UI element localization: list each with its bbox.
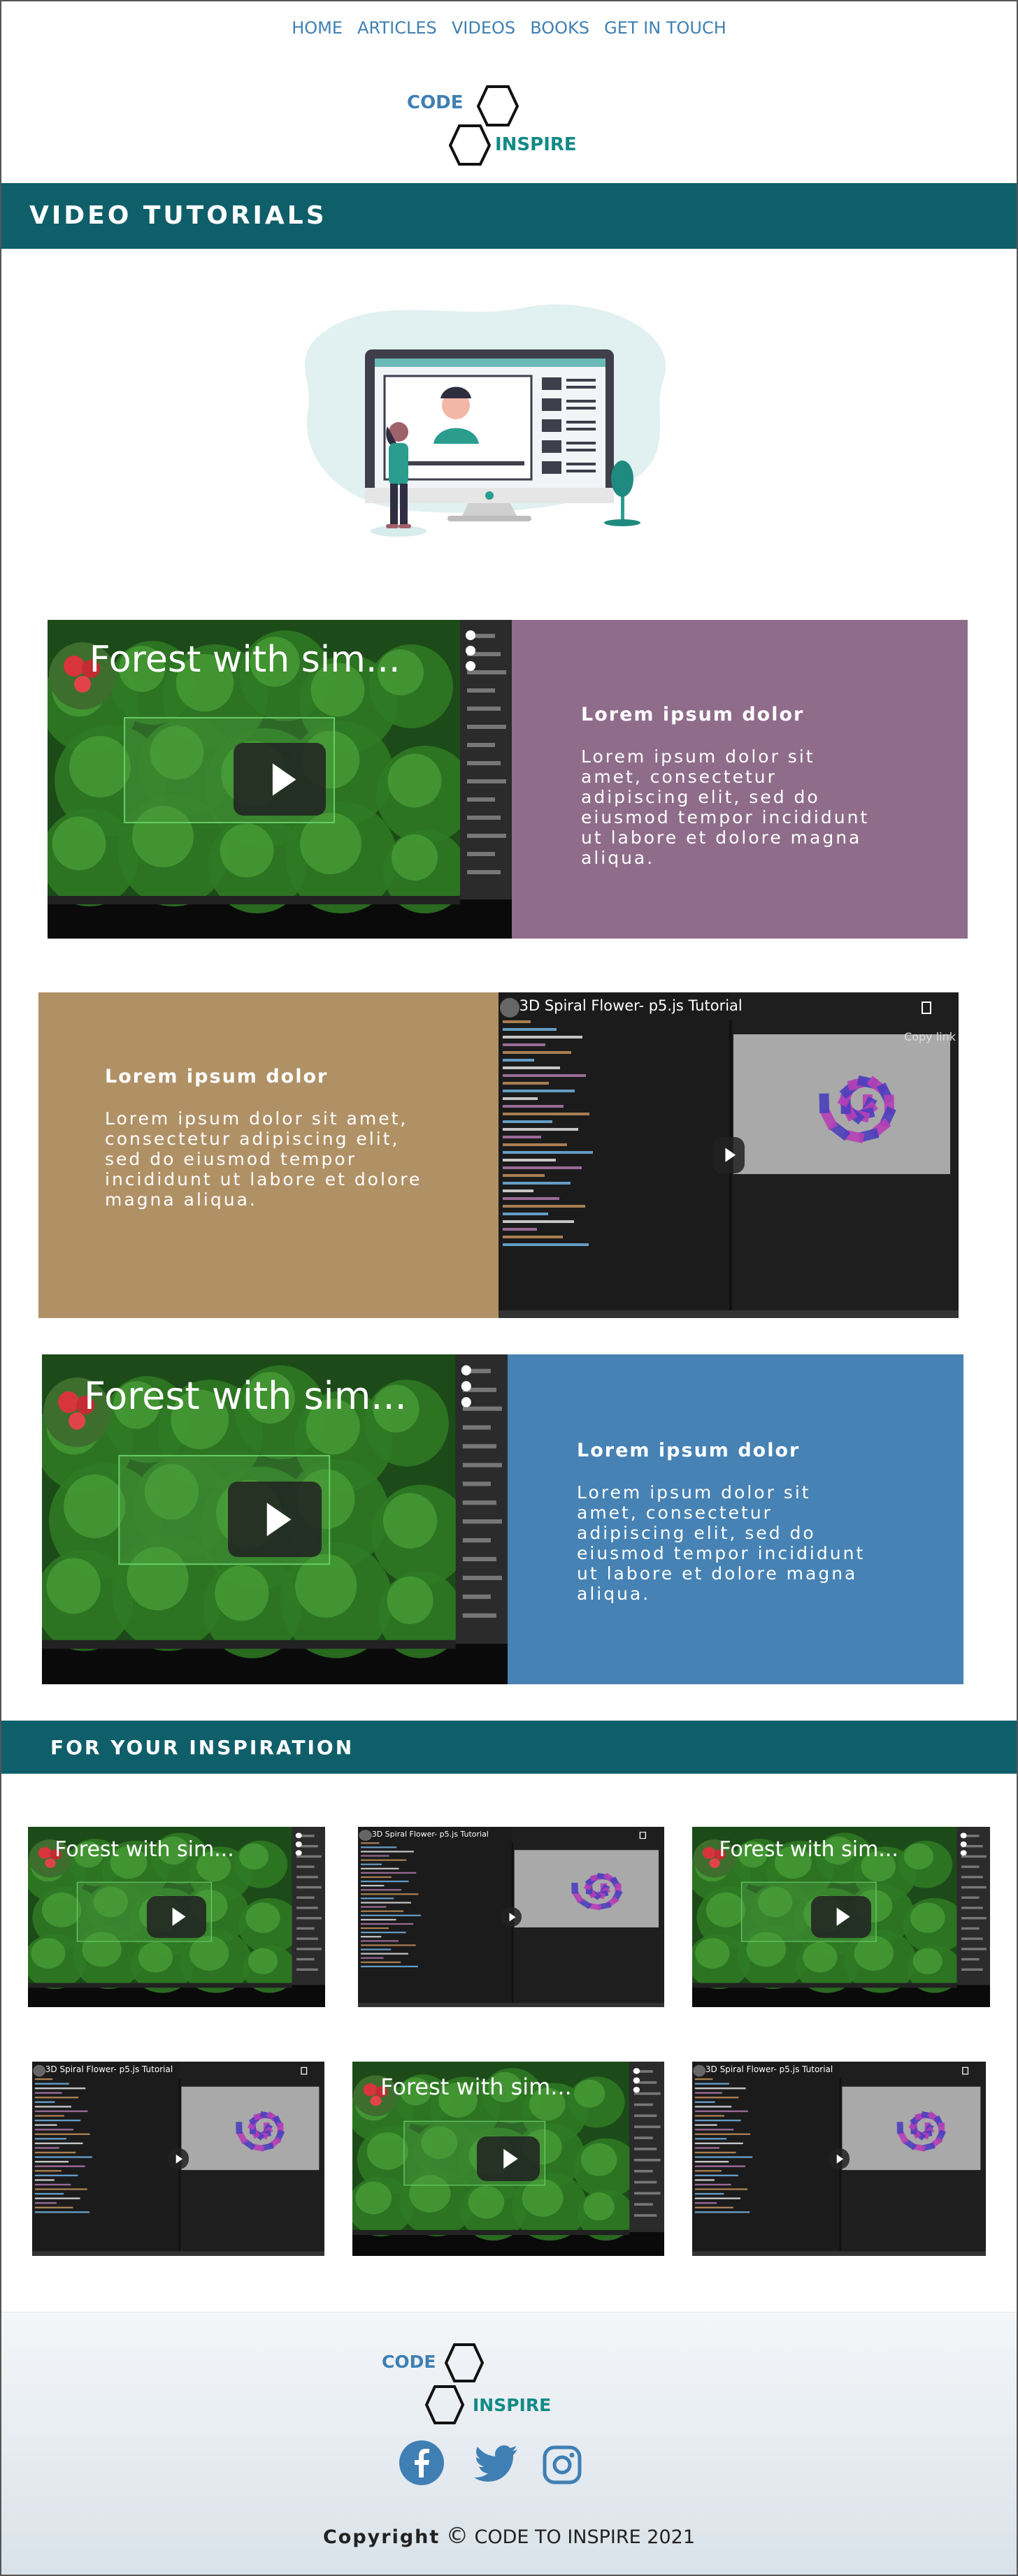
video-title[interactable]: 3D Spiral Flower- p5.js Tutorial [519, 997, 743, 1014]
top-nav: HOME ARTICLES VIDEOS BOOKS GET IN TOUCH [0, 18, 1018, 38]
play-button-icon[interactable] [712, 1137, 745, 1173]
nav-home[interactable]: HOME [292, 18, 343, 38]
footer-logo[interactable]: CODE INSPIRE [379, 2339, 554, 2426]
feature-card-heading: Lorem ipsum dolor [577, 1440, 801, 1461]
play-button-icon[interactable] [228, 1481, 322, 1558]
logo-code-text: CODE [382, 2352, 436, 2372]
nav-get-in-touch[interactable]: GET IN TOUCH [604, 18, 726, 38]
forest-video-thumbnail[interactable]: Forest with sim... [28, 1827, 325, 2007]
forest-video-embed[interactable]: Forest with sim... [48, 620, 512, 939]
video-title[interactable]: 3D Spiral Flower- p5.js Tutorial [372, 1830, 489, 1839]
play-button-icon[interactable] [147, 1896, 206, 1938]
twitter-icon[interactable] [474, 2445, 519, 2484]
facebook-icon[interactable] [399, 2440, 445, 2489]
video-title[interactable]: 3D Spiral Flower- p5.js Tutorial [705, 2064, 833, 2074]
spiral-video-thumbnail[interactable]: 3D Spiral Flower- p5.js Tutorial [692, 2062, 986, 2256]
spiral-video-thumbnail[interactable]: 3D Spiral Flower- p5.js Tutorial [32, 2062, 324, 2256]
spiral-video-embed[interactable]: 3D Spiral Flower- p5.js Tutorial Copy lin… [499, 992, 959, 1318]
video-title[interactable]: 3D Spiral Flower- p5.js Tutorial [45, 2064, 173, 2074]
logo-inspire-text: INSPIRE [473, 2395, 552, 2415]
play-button-icon[interactable] [811, 1896, 871, 1938]
video-tutorials-banner: VIDEO TUTORIALS [1, 183, 1017, 249]
section-title: FOR YOUR INSPIRATION [50, 1736, 354, 1759]
feature-card-body: Lorem ipsum dolor sit amet, consectetur … [577, 1482, 866, 1604]
feature-card-heading: Lorem ipsum dolor [105, 1066, 329, 1087]
feature-card-text: Lorem ipsum dolor Lorem ipsum dolor sit … [105, 1066, 433, 1210]
play-button-icon[interactable] [500, 1906, 522, 1927]
nav-videos[interactable]: VIDEOS [452, 18, 515, 38]
play-button-icon[interactable] [829, 2148, 849, 2170]
video-title[interactable]: Forest with sim... [719, 1837, 898, 1862]
video-title[interactable]: Forest with sim... [84, 1374, 407, 1418]
inspiration-banner: FOR YOUR INSPIRATION [1, 1721, 1017, 1774]
copyright-text: CODE TO INSPIRE 2021 [474, 2526, 696, 2548]
play-button-icon[interactable] [233, 742, 327, 816]
feature-card-heading: Lorem ipsum dolor [581, 704, 805, 725]
copyright-icon: © [445, 2522, 468, 2549]
forest-video-embed[interactable]: Forest with sim... [42, 1354, 508, 1684]
video-tutorial-illustration [301, 301, 678, 545]
footer: CODE INSPIRE Copyright © CODE TO INSPIRE… [1, 2312, 1017, 2575]
feature-card-2: Lorem ipsum dolor Lorem ipsum dolor sit … [38, 992, 959, 1318]
copyright: Copyright © CODE TO INSPIRE 2021 [1, 2522, 1017, 2549]
feature-card-1: Forest with sim... Lorem ipsum dolor Lor… [48, 620, 968, 939]
header-logo[interactable]: CODE INSPIRE [407, 81, 582, 168]
feature-card-text: Lorem ipsum dolor Lorem ipsum dolor sit … [577, 1440, 877, 1604]
play-button-icon[interactable] [477, 2136, 540, 2181]
spiral-video-thumbnail[interactable]: 3D Spiral Flower- p5.js Tutorial [358, 1827, 664, 2007]
nav-books[interactable]: BOOKS [530, 18, 589, 38]
feature-card-3: Forest with sim... Lorem ipsum dolor Lor… [42, 1354, 963, 1684]
logo-inspire-text: INSPIRE [495, 134, 577, 155]
section-title: VIDEO TUTORIALS [29, 201, 327, 230]
instagram-icon[interactable] [543, 2445, 582, 2487]
feature-card-text: Lorem ipsum dolor Lorem ipsum dolor sit … [581, 704, 882, 868]
forest-video-thumbnail[interactable]: Forest with sim... [692, 1827, 990, 2007]
forest-video-thumbnail[interactable]: Forest with sim... [352, 2062, 664, 2256]
video-title[interactable]: Forest with sim... [380, 2074, 572, 2100]
logo-code-text: CODE [407, 92, 464, 113]
video-title[interactable]: Forest with sim... [55, 1837, 234, 1862]
feature-card-body: Lorem ipsum dolor sit amet, consectetur … [105, 1108, 422, 1210]
copyright-label: Copyright [322, 2526, 440, 2548]
video-title[interactable]: Forest with sim... [89, 639, 401, 681]
nav-articles[interactable]: ARTICLES [357, 18, 437, 38]
play-button-icon[interactable] [168, 2148, 189, 2170]
feature-card-body: Lorem ipsum dolor sit amet, consectetur … [581, 746, 870, 868]
copy-link-label[interactable]: Copy link [904, 1030, 956, 1043]
